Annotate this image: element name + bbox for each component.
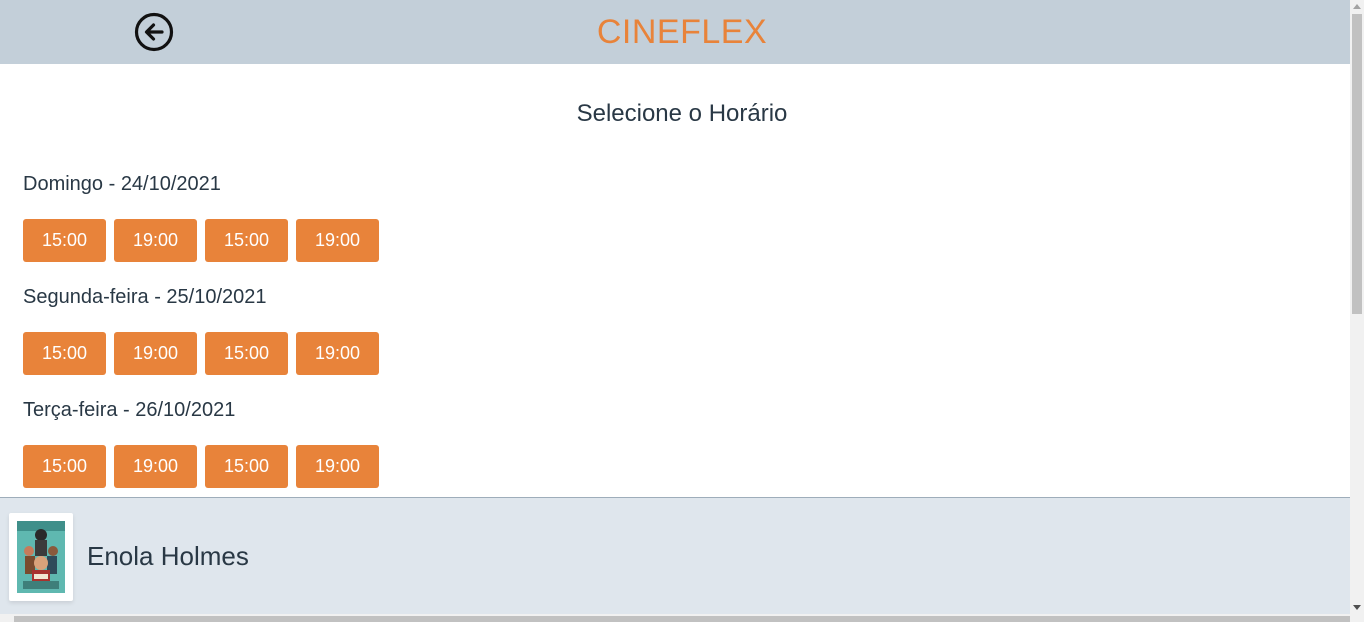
showtime-list: 15:00 19:00 15:00 19:00 [23,332,379,375]
horizontal-scrollbar-thumb[interactable] [14,616,1350,622]
showtime-button[interactable]: 15:00 [23,219,106,262]
showtime-list: 15:00 19:00 15:00 19:00 [23,219,379,262]
showtime-button[interactable]: 15:00 [205,219,288,262]
showtime-button[interactable]: 15:00 [205,445,288,488]
movie-title: Enola Holmes [87,541,249,571]
scrollbar-thumb[interactable] [1352,14,1362,314]
session-day: Domingo - 24/10/2021 15:00 19:00 15:00 1… [23,172,379,262]
showtime-list: 15:00 19:00 15:00 19:00 [23,445,379,488]
showtime-button[interactable]: 15:00 [23,332,106,375]
poster-frame [9,513,73,601]
brand-title: CINEFLEX [596,13,768,51]
scroll-down-arrow-icon[interactable] [1353,605,1361,610]
showtime-button[interactable]: 19:00 [296,332,379,375]
showtime-button[interactable]: 15:00 [23,445,106,488]
session-date-label: Domingo - 24/10/2021 [23,173,221,195]
page-title: Selecione o Horário [576,100,788,127]
showtime-button[interactable]: 19:00 [296,445,379,488]
movie-poster [17,521,65,593]
session-day: Segunda-feira - 25/10/2021 15:00 19:00 1… [23,285,379,375]
vertical-scrollbar[interactable] [1350,0,1364,614]
showtime-button[interactable]: 19:00 [114,445,197,488]
session-date-label: Segunda-feira - 25/10/2021 [23,286,267,308]
session-date-label: Terça-feira - 26/10/2021 [23,399,236,421]
showtime-button[interactable]: 19:00 [296,219,379,262]
movie-footer: Enola Holmes [0,497,1350,614]
showtime-button[interactable]: 19:00 [114,332,197,375]
app-root: CINEFLEX Selecione o Horário Domingo - 2… [0,0,1350,614]
showtime-button[interactable]: 19:00 [114,219,197,262]
showtime-button[interactable]: 15:00 [205,332,288,375]
horizontal-scrollbar[interactable] [0,614,1364,622]
session-day: Terça-feira - 26/10/2021 15:00 19:00 15:… [23,398,379,488]
scroll-up-arrow-icon[interactable] [1353,4,1361,9]
top-bar: CINEFLEX [0,0,1350,64]
